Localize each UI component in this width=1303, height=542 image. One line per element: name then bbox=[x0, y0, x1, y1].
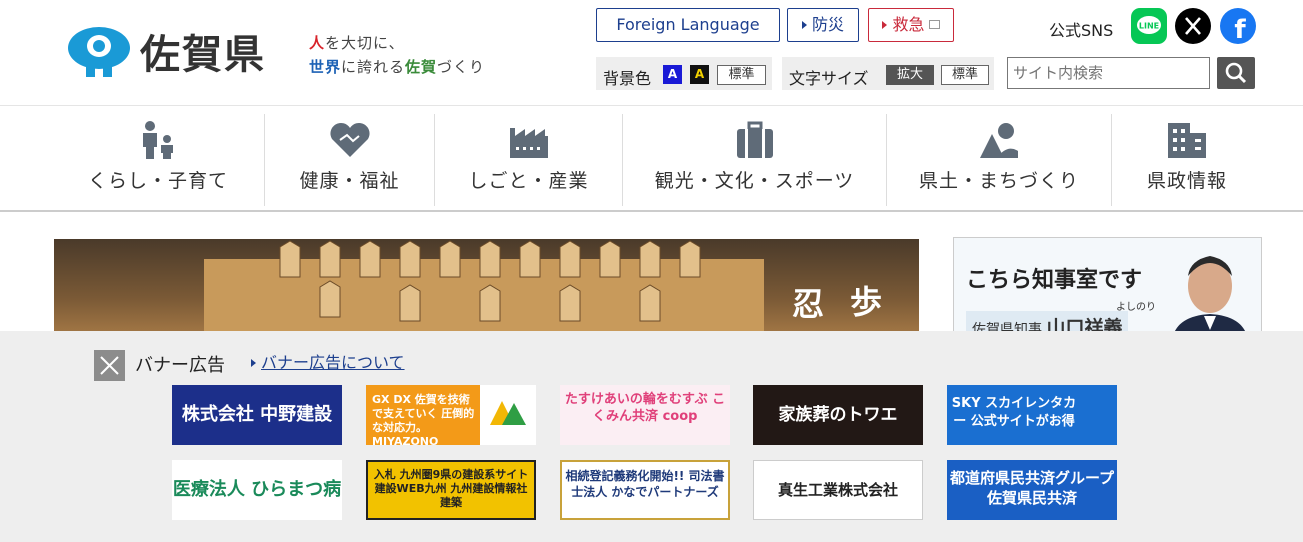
ad-miyazono-label: GX DX 佐賀を技術で支えていく 圧倒的な対応力。 MIYAZONO bbox=[372, 393, 475, 445]
nav-label: 健康・福祉 bbox=[299, 170, 400, 192]
tagline: 人を大切に、 世界に誇れる佐賀づくり bbox=[309, 31, 485, 79]
ad-kokumin-kyosai[interactable]: たすけあいの輪をむすぶ こくみん共済 coop bbox=[560, 385, 730, 445]
side-banner-title: こちら知事室です bbox=[966, 268, 1143, 293]
nav-label: 観光・文化・スポーツ bbox=[654, 170, 855, 192]
suitcase-icon bbox=[733, 120, 777, 160]
ad-hiramatsu-hospital[interactable]: 医療法人 ひらまつ病院 bbox=[172, 460, 342, 520]
sns-label: 公式SNS bbox=[1049, 21, 1114, 40]
landscape-icon bbox=[977, 120, 1021, 160]
svg-text:LINE: LINE bbox=[1139, 22, 1159, 31]
ad-about-link[interactable]: バナー広告について bbox=[251, 349, 405, 373]
tagline-text: づくり bbox=[437, 58, 486, 76]
global-nav: くらし・子育て 健康・福祉 しごと・産業 観光・文化・スポーツ 県土・まちづくり… bbox=[0, 105, 1303, 212]
facebook-icon[interactable]: f bbox=[1220, 8, 1256, 45]
ad-miyazono[interactable]: GX DX 佐賀を技術で支えていく 圧倒的な対応力。 MIYAZONO bbox=[366, 385, 536, 445]
triangle-right-icon bbox=[882, 21, 888, 29]
shogi-board-image bbox=[204, 240, 764, 339]
miyazono-logo-icon bbox=[480, 385, 536, 445]
external-window-icon bbox=[928, 20, 940, 29]
x-icon[interactable] bbox=[1175, 8, 1211, 44]
search-icon bbox=[1225, 62, 1247, 84]
tagline-highlight: 人 bbox=[309, 34, 326, 52]
background-color-control: 背景色 A A 標準 bbox=[596, 57, 772, 90]
banner-ad-panel: バナー広告 バナー広告について 株式会社 中野建設 GX DX 佐賀を技術で支え… bbox=[0, 331, 1303, 542]
nav-label: しごと・産業 bbox=[468, 170, 589, 192]
ad-panel-title: バナー広告 bbox=[135, 355, 225, 376]
prefecture-logo-icon[interactable] bbox=[66, 24, 132, 78]
banner-kanji: 歩 bbox=[850, 283, 883, 321]
ad-towae[interactable]: 家族葬のトワエ bbox=[753, 385, 923, 445]
tagline-text: を大切に、 bbox=[325, 34, 405, 52]
factory-icon bbox=[507, 120, 551, 160]
governor-photo bbox=[1168, 246, 1252, 338]
nav-item-kensei[interactable]: 県政情報 bbox=[1112, 114, 1262, 206]
svg-text:f: f bbox=[1234, 15, 1246, 44]
foreign-language-button[interactable]: Foreign Language bbox=[596, 8, 780, 42]
triangle-right-icon bbox=[251, 359, 256, 367]
line-icon[interactable]: LINE bbox=[1131, 8, 1167, 44]
building-icon bbox=[1165, 120, 1209, 160]
ad-saga-kenmin-kyosai[interactable]: 都道府県民共済グループ 佐賀県民共済 bbox=[947, 460, 1117, 520]
bousai-label: 防災 bbox=[811, 15, 844, 34]
main-banner-shogi[interactable]: 歩 忍 bbox=[54, 239, 919, 339]
ad-kanade-partners[interactable]: 相続登記義務化開始!! 司法書士法人 かなでパートナーズ bbox=[560, 460, 730, 520]
font-size-control: 文字サイズ 拡大 標準 bbox=[782, 57, 994, 90]
nav-item-kenko[interactable]: 健康・福祉 bbox=[265, 114, 435, 206]
font-standard-button[interactable]: 標準 bbox=[941, 65, 989, 85]
bg-blue-button[interactable]: A bbox=[663, 65, 682, 84]
tagline-highlight: 世界 bbox=[309, 58, 342, 76]
nav-label: くらし・子育て bbox=[87, 170, 228, 192]
bg-color-label: 背景色 bbox=[603, 69, 652, 88]
site-header: 佐賀県 人を大切に、 世界に誇れる佐賀づくり Foreign Language … bbox=[0, 0, 1303, 105]
kyukyu-label: 救急 bbox=[892, 15, 925, 34]
font-enlarge-button[interactable]: 拡大 bbox=[886, 65, 934, 85]
close-icon bbox=[100, 356, 119, 375]
nav-item-kurashi[interactable]: くらし・子育て bbox=[52, 114, 265, 206]
site-title[interactable]: 佐賀県 bbox=[140, 22, 266, 80]
ad-about-link-label: バナー広告について bbox=[261, 353, 405, 372]
ad-nakano-kensetsu[interactable]: 株式会社 中野建設 bbox=[172, 385, 342, 445]
governor-office-banner[interactable]: こちら知事室です 佐賀県知事 山口祥義 よしのり bbox=[953, 237, 1262, 339]
banner-kanji: 忍 bbox=[792, 285, 825, 323]
kyukyu-button[interactable]: 救急 bbox=[868, 8, 954, 42]
family-icon bbox=[136, 120, 180, 160]
font-size-label: 文字サイズ bbox=[789, 69, 869, 88]
bg-standard-button[interactable]: 標準 bbox=[717, 65, 766, 85]
nav-item-kanko[interactable]: 観光・文化・スポーツ bbox=[623, 114, 887, 206]
ad-shinsei-kogyo[interactable]: 真生工業株式会社 bbox=[753, 460, 923, 520]
tagline-text: に誇れる bbox=[341, 58, 406, 76]
nav-item-kendo[interactable]: 県土・まちづくり bbox=[887, 114, 1112, 206]
triangle-right-icon bbox=[801, 21, 807, 29]
nav-label: 県政情報 bbox=[1146, 170, 1227, 192]
tagline-highlight: 佐賀 bbox=[405, 58, 438, 76]
governor-name-ruby: よしのり bbox=[1116, 302, 1156, 313]
nav-label: 県土・まちづくり bbox=[918, 170, 1079, 192]
search-button[interactable] bbox=[1217, 57, 1255, 89]
ad-sky-rentacar[interactable]: SKY スカイレンタカー 公式サイトがお得 bbox=[947, 385, 1117, 445]
bg-black-button[interactable]: A bbox=[690, 65, 709, 84]
ad-close-button[interactable] bbox=[94, 350, 125, 381]
bousai-button[interactable]: 防災 bbox=[787, 8, 859, 42]
ad-kensetsu-web[interactable]: 入札 九州圏9県の建設系サイト 建設WEB九州 九州建設情報社 建築 bbox=[366, 460, 536, 520]
search-input[interactable] bbox=[1007, 57, 1210, 89]
heart-handshake-icon bbox=[328, 120, 372, 160]
nav-item-shigoto[interactable]: しごと・産業 bbox=[435, 114, 623, 206]
